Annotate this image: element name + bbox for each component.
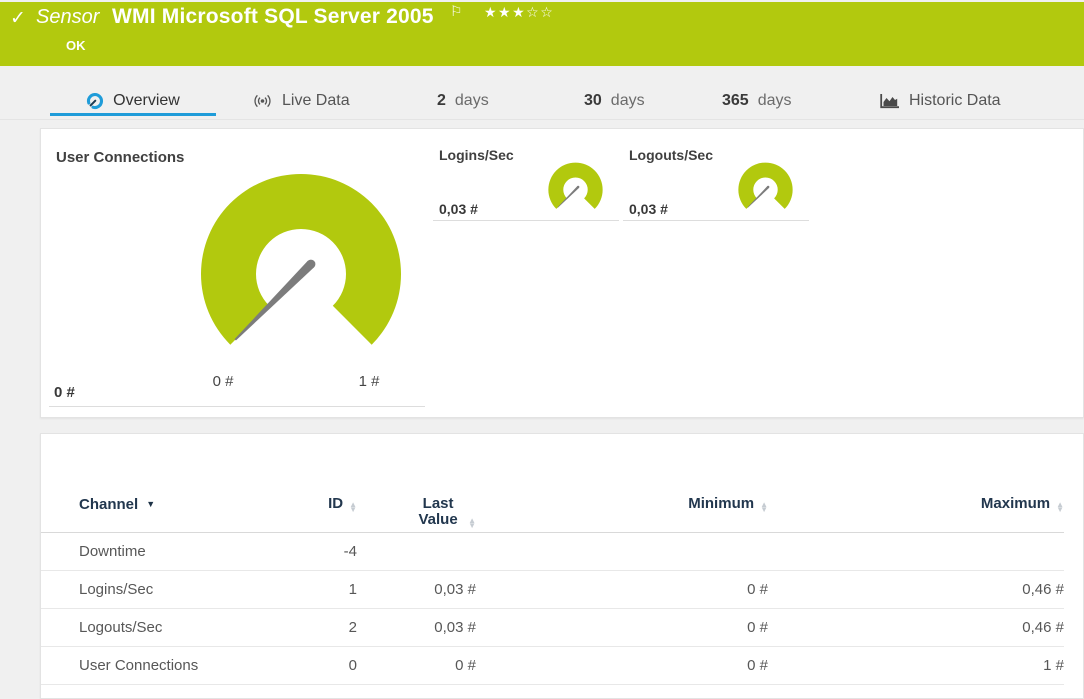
cell-maximum: 0,46 # bbox=[768, 609, 1064, 647]
status-check-icon: ✓ bbox=[10, 7, 26, 30]
mini-gauge-logins: Logins/Sec 0,03 # bbox=[433, 147, 619, 221]
cell-minimum: 0 # bbox=[476, 571, 768, 609]
gauges-panel: User Connections 0 # 1 # 0 # Logins/Sec … bbox=[40, 128, 1084, 418]
logouts-gauge bbox=[737, 161, 794, 213]
tab-overview-label: Overview bbox=[113, 92, 180, 110]
column-header-maximum-label: Maximum bbox=[981, 495, 1050, 512]
active-tab-underline bbox=[50, 113, 216, 116]
tab-2-days[interactable]: 2 days bbox=[437, 88, 489, 114]
cell-id: -4 bbox=[291, 533, 357, 571]
cell-last-value bbox=[357, 533, 476, 571]
main-gauge-divider bbox=[49, 406, 425, 407]
tab-historic-data[interactable]: Historic Data bbox=[880, 88, 1001, 114]
sort-icon: ▲▼ bbox=[468, 518, 476, 528]
sort-icon: ▲▼ bbox=[349, 502, 357, 512]
table-header-row: Channel ▼ ID ▲▼ Last Value ▲▼ Minimum ▲▼ Max… bbox=[41, 478, 1064, 533]
tab-365-days-unit: days bbox=[758, 92, 792, 110]
tab-overview[interactable]: Overview bbox=[50, 88, 216, 114]
main-gauge-scale-max: 1 # bbox=[359, 373, 380, 390]
tab-historic-data-label: Historic Data bbox=[909, 92, 1001, 110]
status-badge: OK bbox=[66, 38, 86, 53]
sensor-status-bar: ✓ Sensor WMI Microsoft SQL Server 2005 ⚐… bbox=[0, 2, 1084, 66]
sort-icon: ▲▼ bbox=[1056, 502, 1064, 512]
logins-gauge bbox=[547, 161, 604, 213]
tab-2-days-unit: days bbox=[455, 92, 489, 110]
column-header-channel[interactable]: Channel ▼ bbox=[41, 478, 291, 533]
column-header-id[interactable]: ID ▲▼ bbox=[291, 478, 357, 533]
column-header-channel-label: Channel bbox=[79, 496, 138, 513]
broadcast-icon bbox=[252, 94, 273, 108]
column-header-minimum-label: Minimum bbox=[688, 495, 754, 512]
main-gauge-scale-min: 0 # bbox=[213, 373, 234, 390]
cell-minimum: 0 # bbox=[476, 647, 768, 685]
column-header-minimum[interactable]: Minimum ▲▼ bbox=[476, 478, 768, 533]
cell-id: 1 bbox=[291, 571, 357, 609]
table-row[interactable]: Logins/Sec 1 0,03 # 0 # 0,46 # bbox=[41, 571, 1064, 609]
tab-live-data-label: Live Data bbox=[282, 92, 350, 110]
priority-stars[interactable]: ★★★☆☆ bbox=[484, 4, 554, 21]
tab-365-days[interactable]: 365 days bbox=[722, 88, 792, 114]
column-header-last-value-label: Last Value bbox=[414, 496, 462, 528]
channels-panel: Channel ▼ ID ▲▼ Last Value ▲▼ Minimum ▲▼ Max… bbox=[40, 433, 1084, 699]
table-row[interactable]: User Connections 0 0 # 0 # 1 # bbox=[41, 647, 1064, 685]
main-gauge-value: 0 # bbox=[54, 384, 75, 401]
tab-live-data[interactable]: Live Data bbox=[252, 88, 350, 114]
cell-id: 2 bbox=[291, 609, 357, 647]
sensor-title: WMI Microsoft SQL Server 2005 bbox=[112, 5, 434, 29]
mini-gauge-logouts-title: Logouts/Sec bbox=[629, 147, 713, 163]
mini-gauge-logouts: Logouts/Sec 0,03 # bbox=[623, 147, 809, 221]
tab-365-days-number: 365 bbox=[722, 92, 749, 110]
sort-icon: ▲▼ bbox=[760, 502, 768, 512]
tab-30-days[interactable]: 30 days bbox=[584, 88, 645, 114]
cell-channel: Logouts/Sec bbox=[41, 609, 291, 647]
cell-channel: User Connections bbox=[41, 647, 291, 685]
cell-minimum: 0 # bbox=[476, 609, 768, 647]
flag-icon[interactable]: ⚐ bbox=[450, 3, 463, 20]
cell-minimum bbox=[476, 533, 768, 571]
tab-2-days-number: 2 bbox=[437, 92, 446, 110]
cell-last-value: 0,03 # bbox=[357, 609, 476, 647]
object-kind-label: Sensor bbox=[36, 6, 99, 29]
mini-gauge-logouts-value: 0,03 # bbox=[629, 201, 668, 217]
cell-last-value: 0,03 # bbox=[357, 571, 476, 609]
area-chart-icon bbox=[880, 93, 900, 109]
table-row[interactable]: Downtime -4 bbox=[41, 533, 1064, 571]
cell-id: 0 bbox=[291, 647, 357, 685]
cell-last-value: 0 # bbox=[357, 647, 476, 685]
cell-channel: Logins/Sec bbox=[41, 571, 291, 609]
cell-channel: Downtime bbox=[41, 533, 291, 571]
tabs-divider bbox=[0, 119, 1084, 120]
column-header-maximum[interactable]: Maximum ▲▼ bbox=[768, 478, 1064, 533]
user-connections-gauge bbox=[196, 169, 406, 359]
cell-maximum: 1 # bbox=[768, 647, 1064, 685]
gauge-icon bbox=[86, 92, 104, 110]
mini-gauge-logins-value: 0,03 # bbox=[439, 201, 478, 217]
cell-maximum: 0,46 # bbox=[768, 571, 1064, 609]
column-header-last-value[interactable]: Last Value ▲▼ bbox=[357, 478, 476, 533]
column-header-id-label: ID bbox=[328, 495, 343, 512]
mini-gauge-logins-title: Logins/Sec bbox=[439, 147, 514, 163]
main-gauge-title: User Connections bbox=[56, 149, 184, 166]
sort-desc-icon: ▼ bbox=[146, 499, 155, 509]
tab-30-days-number: 30 bbox=[584, 92, 602, 110]
cell-maximum bbox=[768, 533, 1064, 571]
channels-table: Channel ▼ ID ▲▼ Last Value ▲▼ Minimum ▲▼ Max… bbox=[41, 478, 1064, 685]
tab-30-days-unit: days bbox=[611, 92, 645, 110]
table-row[interactable]: Logouts/Sec 2 0,03 # 0 # 0,46 # bbox=[41, 609, 1064, 647]
